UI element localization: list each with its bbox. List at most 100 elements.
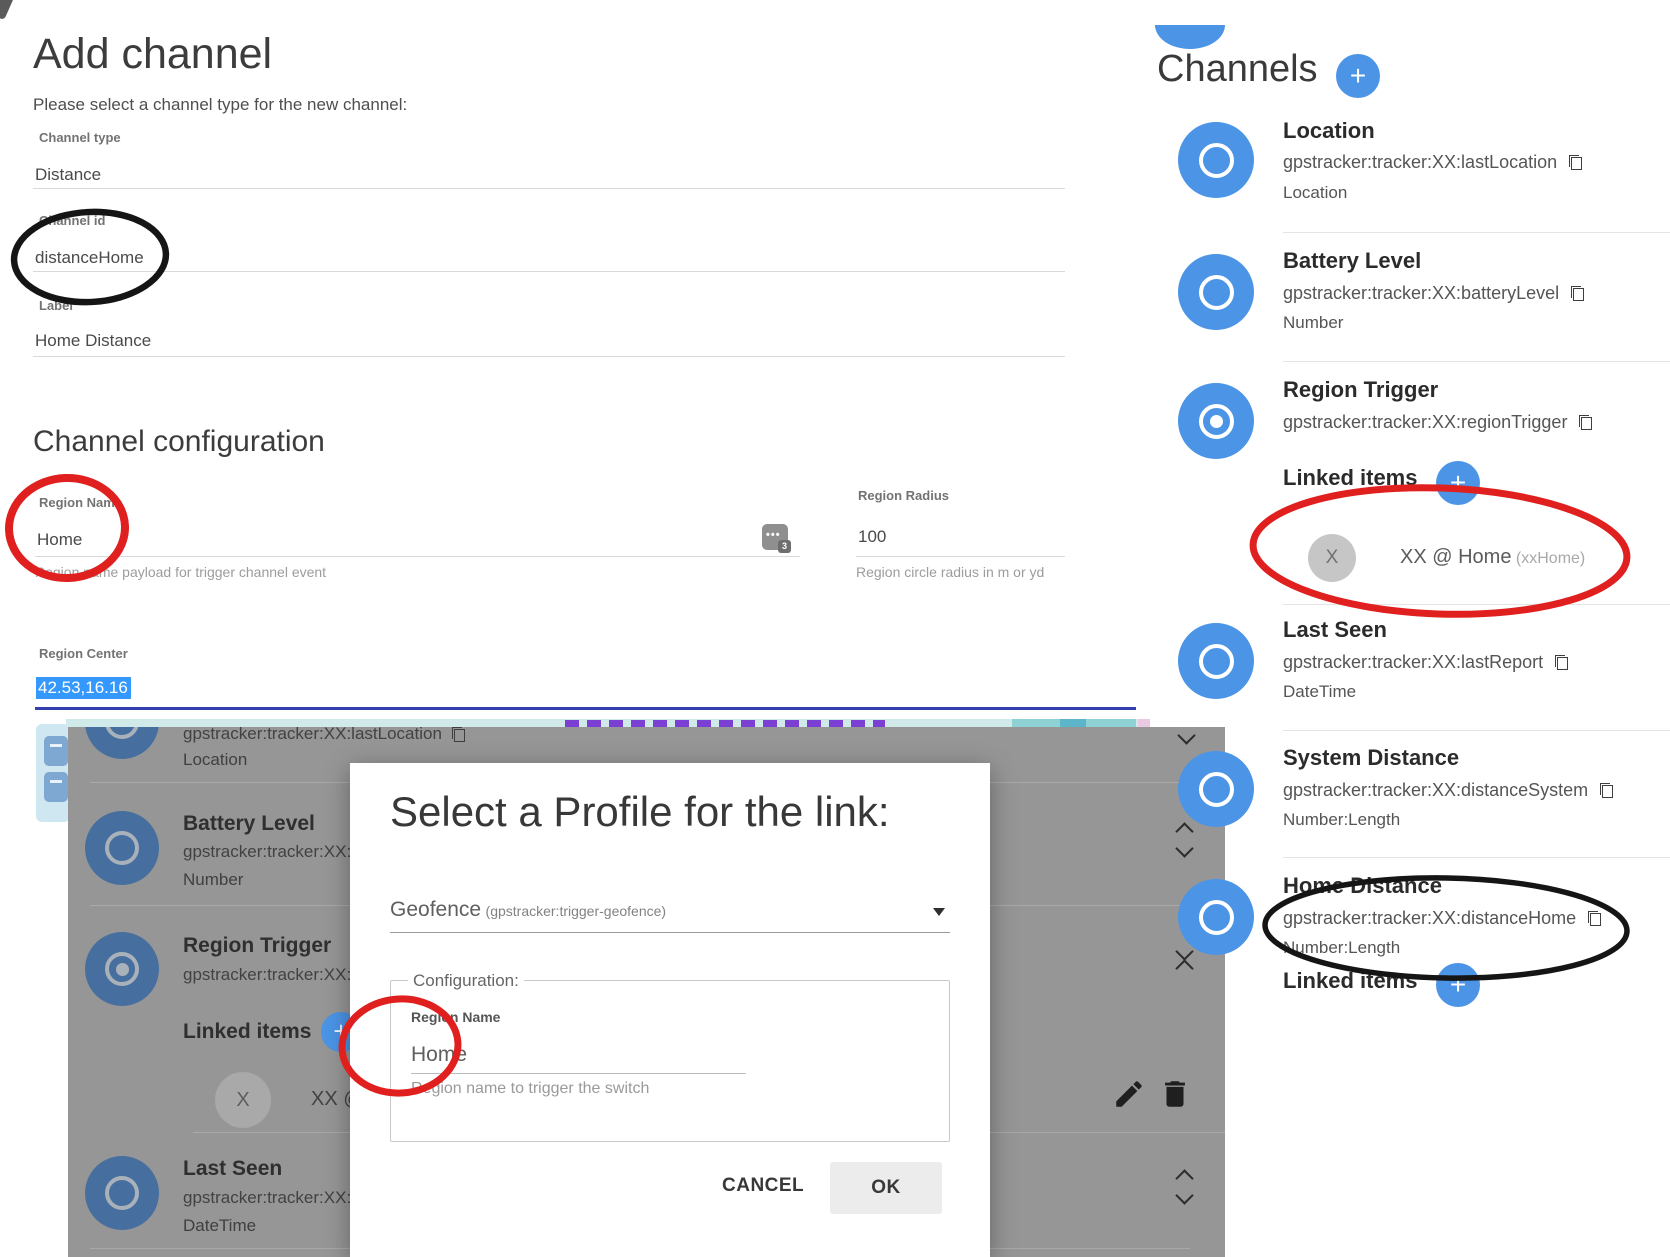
pencil-icon[interactable] — [1112, 1077, 1146, 1111]
linked-item-label[interactable]: XX @ Home (xxHome) — [1400, 546, 1585, 569]
label-underline — [33, 356, 1065, 357]
background-region-trigger-title: Region Trigger — [183, 934, 331, 958]
channel-type-underline — [33, 188, 1065, 189]
channel-id: gpstracker:tracker:XX:distanceSystem — [1283, 780, 1588, 801]
channel-type: Number:Length — [1283, 938, 1400, 958]
divider — [1283, 604, 1670, 605]
copy-icon[interactable] — [1579, 415, 1592, 430]
region-radius-label: Region Radius — [858, 488, 949, 503]
channel-id: gpstracker:tracker:XX:lastReport — [1283, 652, 1543, 673]
location-channel-icon-dimmed — [85, 727, 159, 759]
copy-icon[interactable] — [1588, 911, 1601, 926]
channel-type: DateTime — [1283, 682, 1356, 702]
profile-select-detail: (gpstracker:trigger-geofence) — [486, 903, 667, 919]
configuration-legend: Configuration: — [408, 971, 524, 991]
channel-type: Number — [1283, 313, 1343, 333]
copy-icon[interactable] — [1571, 286, 1584, 301]
ok-button[interactable]: OK — [830, 1162, 942, 1214]
channels-heading: Channels — [1157, 48, 1318, 91]
modal-region-name-underline — [411, 1073, 746, 1074]
expand-icon[interactable] — [1178, 825, 1191, 855]
page-title: Add channel — [33, 30, 272, 79]
copy-icon[interactable] — [1555, 655, 1568, 670]
copy-icon[interactable] — [452, 727, 465, 742]
region-name-underline — [35, 556, 800, 557]
channel-title: Battery Level — [1283, 248, 1421, 274]
channel-type-label: Channel type — [39, 130, 121, 145]
divider — [1283, 857, 1670, 858]
divider — [1283, 232, 1670, 233]
region-radius-input[interactable]: 100 — [858, 527, 886, 547]
password-manager-icon[interactable]: ••• 3 — [762, 524, 788, 550]
copy-icon[interactable] — [1600, 783, 1613, 798]
label-field-label: Label — [39, 298, 73, 313]
channel-id: gpstracker:tracker:XX:distanceHome — [1283, 908, 1576, 929]
add-linked-item-button[interactable]: + — [1436, 963, 1480, 1007]
background-battery-type: Number — [183, 870, 243, 890]
channel-title: Home Distance — [1283, 873, 1442, 899]
divider — [1283, 361, 1670, 362]
last-seen-channel-icon — [1178, 623, 1254, 699]
channel-title: Last Seen — [1283, 617, 1387, 643]
channel-id: gpstracker:tracker:XX:regionTrigger — [1283, 412, 1567, 433]
channel-id-label: Channel id — [39, 213, 105, 228]
channel-title: Location — [1283, 118, 1375, 144]
background-last-seen-title: Last Seen — [183, 1157, 282, 1181]
copy-icon[interactable] — [1569, 155, 1582, 170]
region-center-label: Region Center — [39, 646, 128, 661]
region-trigger-channel-icon — [1178, 383, 1254, 459]
profile-select-underline — [390, 932, 950, 933]
corner-artifact — [0, 0, 15, 20]
map-zoom-in-button[interactable] — [44, 736, 68, 766]
background-last-seen-type: DateTime — [183, 1216, 256, 1236]
region-name-help: Region name payload for trigger channel … — [35, 564, 326, 580]
dialog-title: Select a Profile for the link: — [390, 788, 890, 836]
battery-channel-icon-dimmed — [85, 811, 159, 885]
add-linked-item-button[interactable]: + — [1436, 461, 1480, 505]
trash-icon[interactable] — [1158, 1077, 1192, 1111]
background-battery-title: Battery Level — [183, 812, 315, 836]
dropdown-arrow-icon — [933, 908, 945, 916]
background-first-row-type: Location — [183, 750, 247, 770]
region-radius-underline — [856, 556, 1065, 557]
region-name-label: Region Name — [39, 495, 122, 510]
home-distance-channel-icon — [1178, 879, 1254, 955]
linked-items-heading: Linked items — [1283, 968, 1417, 994]
collapse-icon[interactable] — [1178, 945, 1191, 975]
modal-region-name-input[interactable]: Home — [411, 1043, 467, 1067]
system-distance-channel-icon — [1178, 751, 1254, 827]
divider — [1283, 730, 1670, 731]
region-trigger-channel-icon-dimmed — [85, 932, 159, 1006]
map-zoom-out-button[interactable] — [44, 772, 68, 802]
config-section-title: Channel configuration — [33, 425, 325, 459]
channel-id-input[interactable]: distanceHome — [35, 248, 144, 268]
cropped-fab-icon — [1155, 25, 1225, 49]
password-manager-badge: 3 — [778, 540, 791, 553]
chevron-down-icon[interactable] — [1180, 729, 1193, 742]
linked-items-heading: Linked items — [1283, 465, 1417, 491]
profile-select-dialog: Select a Profile for the link: Geofence … — [350, 763, 990, 1257]
profile-select[interactable]: Geofence (gpstracker:trigger-geofence) — [390, 898, 950, 922]
channel-id-underline — [33, 271, 1065, 272]
collage-sliver-purple-dashes — [565, 720, 885, 727]
expand-icon[interactable] — [1178, 1172, 1191, 1202]
background-linked-items-heading: Linked items — [183, 1020, 311, 1044]
linked-item-avatar-dimmed: X — [215, 1072, 271, 1128]
background-first-row-id: gpstracker:tracker:XX:lastLocation — [183, 727, 442, 744]
profile-select-value: Geofence — [390, 898, 481, 921]
region-radius-help: Region circle radius in m or yd — [856, 564, 1044, 580]
last-seen-channel-icon-dimmed — [85, 1156, 159, 1230]
channel-title: Region Trigger — [1283, 377, 1438, 403]
map-fragment — [36, 724, 70, 822]
label-input[interactable]: Home Distance — [35, 331, 151, 351]
channel-id: gpstracker:tracker:XX:lastLocation — [1283, 152, 1557, 173]
region-center-focus-underline — [35, 707, 1136, 710]
region-name-input[interactable]: Home — [37, 530, 82, 550]
channel-type: Location — [1283, 183, 1347, 203]
channel-id: gpstracker:tracker:XX:batteryLevel — [1283, 283, 1559, 304]
region-center-input[interactable]: 42.53,16.16 — [36, 678, 131, 698]
modal-region-name-label: Region Name — [411, 1009, 500, 1025]
channel-type-input[interactable]: Distance — [35, 165, 101, 185]
add-channel-button[interactable]: + — [1336, 54, 1380, 98]
cancel-button[interactable]: CANCEL — [722, 1175, 804, 1197]
